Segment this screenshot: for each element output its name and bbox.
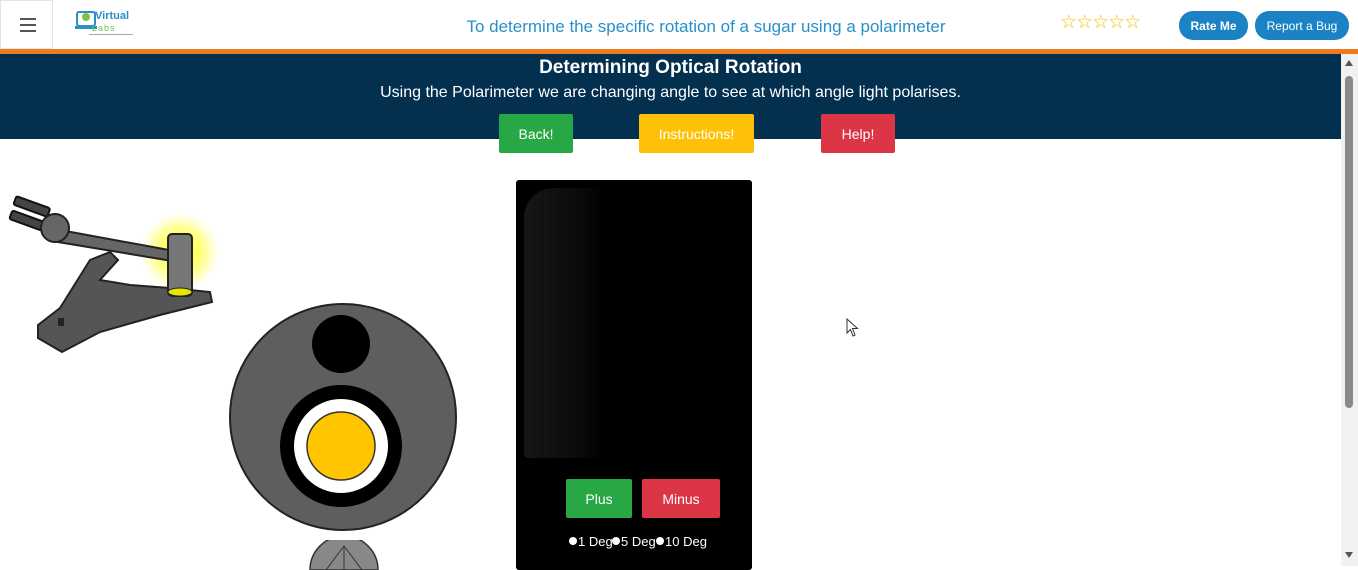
menu-line bbox=[20, 30, 36, 32]
radio-dot bbox=[612, 537, 620, 545]
rate-me-button[interactable]: Rate Me bbox=[1179, 11, 1248, 40]
hamburger-menu-button[interactable] bbox=[0, 0, 53, 49]
step-5-deg-label: 5 Deg bbox=[621, 534, 656, 549]
step-5-deg-radio[interactable]: 5 Deg bbox=[612, 534, 656, 549]
step-1-deg-label: 1 Deg bbox=[578, 534, 613, 549]
logo-text: Virtual bbox=[95, 10, 130, 22]
top-navbar: Virtual Labs To determine the specific r… bbox=[0, 0, 1358, 49]
menu-line bbox=[20, 24, 36, 26]
page-title: Determining Optical Rotation bbox=[539, 57, 802, 78]
menu-line bbox=[20, 18, 36, 20]
experiment-title: To determine the specific rotation of a … bbox=[466, 17, 946, 36]
polarimeter-apparatus-image bbox=[8, 195, 220, 354]
scroll-down-arrow-icon[interactable] bbox=[1345, 552, 1353, 558]
step-10-deg-radio[interactable]: 10 Deg bbox=[656, 534, 707, 549]
scrollbar-thumb[interactable] bbox=[1345, 76, 1353, 408]
page-scrollbar[interactable] bbox=[1341, 54, 1358, 566]
back-button[interactable]: Back! bbox=[499, 114, 573, 153]
instructions-button[interactable]: Instructions! bbox=[639, 114, 754, 153]
light-shadow bbox=[524, 188, 604, 458]
page-subtitle: Using the Polarimeter we are changing an… bbox=[380, 84, 961, 101]
mouse-cursor-icon bbox=[846, 318, 859, 337]
help-button[interactable]: Help! bbox=[821, 114, 895, 153]
rating-stars[interactable]: ☆☆☆☆☆ bbox=[1060, 11, 1141, 34]
report-bug-button[interactable]: Report a Bug bbox=[1255, 11, 1349, 40]
step-10-deg-label: 10 Deg bbox=[665, 534, 707, 549]
radio-dot bbox=[569, 537, 577, 545]
step-1-deg-radio[interactable]: 1 Deg bbox=[569, 534, 613, 549]
scroll-up-arrow-icon[interactable] bbox=[1345, 60, 1353, 66]
eyepiece-view bbox=[229, 303, 457, 531]
logo-subtext: Labs bbox=[92, 23, 116, 33]
radio-dot bbox=[656, 537, 664, 545]
minus-button[interactable]: Minus bbox=[642, 479, 720, 518]
plus-button[interactable]: Plus bbox=[566, 479, 632, 518]
